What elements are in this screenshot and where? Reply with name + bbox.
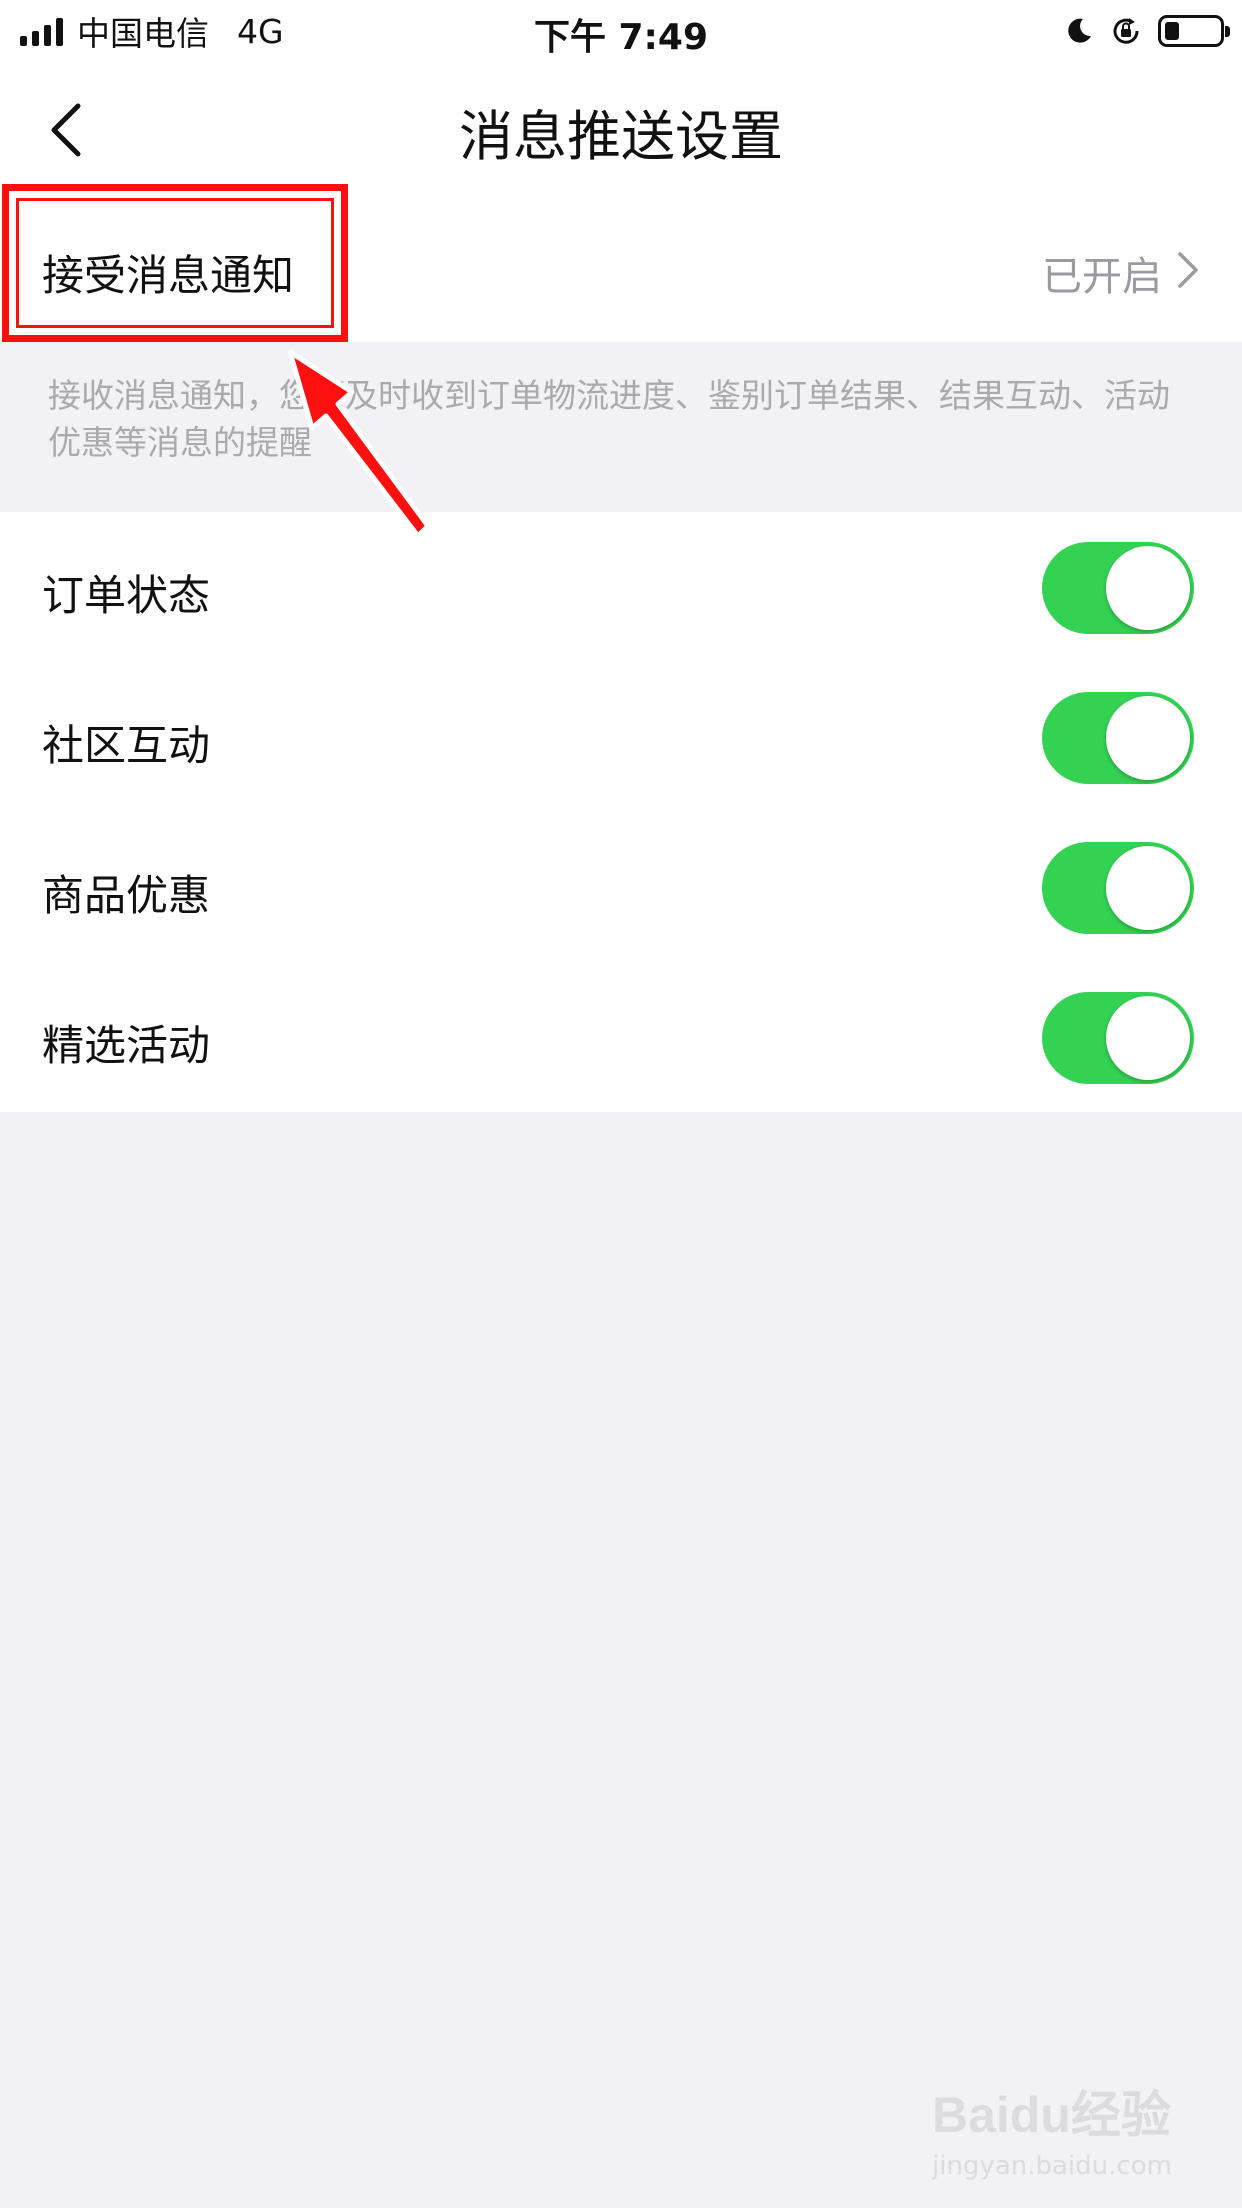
- battery-icon: [1158, 15, 1230, 47]
- rotation-lock-icon: [1113, 18, 1139, 44]
- chevron-right-icon: [1178, 252, 1198, 288]
- settings-list: 订单状态 社区互动 商品优惠 精选活动: [0, 512, 1242, 1112]
- setting-label: 精选活动: [42, 1021, 211, 1070]
- status-time: 下午 7:49: [533, 17, 709, 58]
- nav-bar: 消息推送设置: [0, 62, 1242, 192]
- featured-events-toggle[interactable]: [1042, 992, 1194, 1084]
- setting-label: 商品优惠: [42, 871, 211, 920]
- setting-row-community: 社区互动: [0, 662, 1242, 812]
- watermark-logo: Baidu经验: [932, 2087, 1171, 2143]
- watermark: Baidu经验 jingyan.baidu.com: [932, 2075, 1172, 2195]
- status-right: [1064, 10, 1230, 52]
- page-title: 消息推送设置: [459, 105, 783, 168]
- product-offers-toggle[interactable]: [1042, 842, 1194, 934]
- description-text: 接收消息通知，您可及时收到订单物流进度、鉴别订单结果、结果互动、活动优惠等消息的…: [48, 376, 1170, 462]
- watermark-url: jingyan.baidu.com: [932, 2151, 1172, 2181]
- setting-row-product-offers: 商品优惠: [0, 812, 1242, 962]
- status-bar: 中国电信 4G 下午 7:49: [0, 0, 1242, 62]
- accept-status-text: 已开启: [1042, 254, 1162, 300]
- description-section: 接收消息通知，您可及时收到订单物流进度、鉴别订单结果、结果互动、活动优惠等消息的…: [0, 342, 1242, 512]
- annotation-arrow-icon: [287, 349, 431, 539]
- annotation-highlight-box: [2, 184, 348, 342]
- moon-icon: [1068, 18, 1091, 43]
- setting-row-featured-events: 精选活动: [0, 962, 1242, 1112]
- setting-label: 订单状态: [42, 571, 211, 620]
- community-toggle[interactable]: [1042, 692, 1194, 784]
- order-status-toggle[interactable]: [1042, 542, 1194, 634]
- setting-row-order-status: 订单状态: [0, 512, 1242, 662]
- setting-label: 社区互动: [42, 721, 211, 770]
